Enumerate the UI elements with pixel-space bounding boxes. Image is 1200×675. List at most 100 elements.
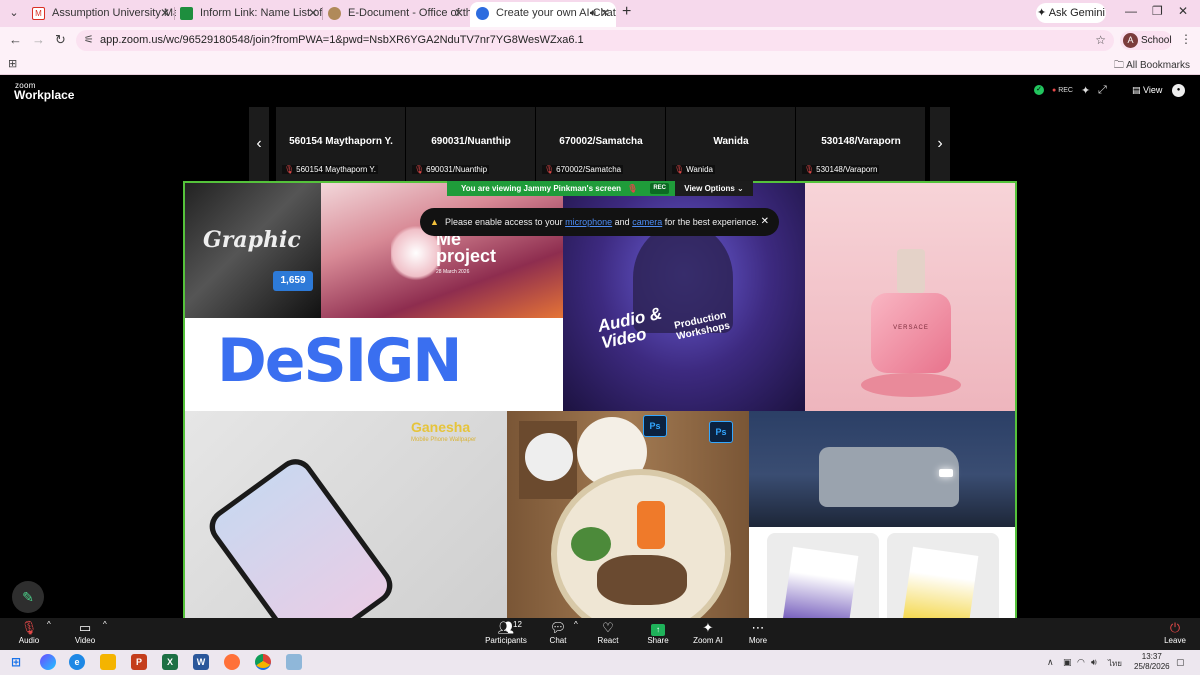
all-bookmarks-button[interactable]: 🗀︎ All Bookmarks [1114,58,1190,75]
mic-muted-icon: 🎙︎ [284,165,295,174]
browser-menu-icon[interactable]: ⋮ [1180,32,1192,46]
close-tab-icon[interactable]: ✕ [600,2,610,25]
wifi-icon[interactable]: ◠ [1077,657,1085,668]
chat-button[interactable]: 💬︎ Chat [544,620,572,645]
site-info-icon[interactable]: ⚟ [84,33,94,46]
zoom-logo-workplace: Workplace [14,88,75,102]
input-language[interactable]: ไทย [1108,657,1122,670]
close-window-icon[interactable]: ✕ [1178,4,1188,18]
shared-screen[interactable]: Graphic 1,659 Me project 28 March 2026 A… [183,181,1017,621]
powerpoint-icon[interactable]: P [131,654,147,670]
participant-tile[interactable]: 670002/Samatcha 🎙︎ 670002/Samatcha [536,107,666,181]
minimize-icon[interactable]: — [1125,4,1137,18]
annotate-pencil-button[interactable]: ✎ [12,581,44,613]
view-button[interactable]: ▤ View [1132,85,1162,96]
url-text[interactable]: app.zoom.us/wc/96529180548/join?fromPWA=… [100,34,584,46]
tray-chevron-icon[interactable]: ∧ [1047,657,1054,668]
ai-sparkle-icon: ✦ [702,620,714,635]
participant-label-text: 560154 Maythaporn Y. [296,165,376,174]
volume-icon[interactable]: 🔊︎ [1091,657,1097,668]
close-tab-icon[interactable]: ✕ [454,2,464,25]
word-icon[interactable]: W [193,654,209,670]
tab-title: Assumption University Mail [52,7,176,19]
more-button[interactable]: ⋯ More [744,620,772,645]
view-options-button[interactable]: View Options ⌄ [675,181,753,196]
app-icon[interactable] [286,654,302,670]
file-explorer-icon[interactable] [100,654,116,670]
price-badge: 1,659 [273,271,313,291]
audio-button[interactable]: 🎙︎ Audio [14,620,44,645]
participants-label: Participants [485,636,527,645]
back-arrow-icon[interactable]: ← [9,32,22,47]
url-bar[interactable]: ⚟ app.zoom.us/wc/96529180548/join?fromPW… [76,30,1114,51]
headlight [939,469,953,477]
more-label: More [748,636,768,645]
recording-indicator[interactable]: ● REC [1052,87,1073,94]
notice-suffix: for the best experience. [664,217,759,227]
user-avatar-icon[interactable]: ● [1172,84,1185,97]
microphone-link[interactable]: microphone [565,217,612,227]
video-button[interactable]: ▭ Video [70,620,100,645]
profile-button[interactable]: A School [1120,31,1172,50]
strip-prev-arrow-icon[interactable]: ‹ [249,107,269,181]
share-button[interactable]: ↑ Share [644,620,672,645]
windows-start-icon[interactable]: ⊞ [8,654,24,670]
strip-next-arrow-icon[interactable]: › [930,107,950,181]
participant-tile[interactable]: Wanida 🎙︎ Wanida [666,107,796,181]
photoshop-icon: Ps [709,421,733,443]
restore-icon[interactable]: ❐ [1152,4,1163,18]
ganesha-subtitle: Mobile Phone Wallpaper [411,437,477,443]
mic-muted-icon: 🎙︎ [674,165,685,174]
more-dots-icon: ⋯ [751,620,765,635]
record-dot-icon: ● [1052,87,1057,94]
leave-button[interactable]: ⏻ Leave [1160,620,1190,645]
react-button[interactable]: ♡ React [594,620,622,645]
tab-search-chevron-icon[interactable]: ⌄ [4,4,24,22]
chrome-icon[interactable] [255,654,271,670]
speaker-icon[interactable]: 🔊︎ [590,2,596,25]
tab-inform-link[interactable]: Inform Link: Name List of Partic ✕ [174,2,324,25]
firefox-icon[interactable] [224,654,240,670]
excel-icon[interactable]: X [162,654,178,670]
banner-rec-badge: REC [650,183,669,194]
perfume-bottle: VERSACE [871,293,951,373]
participants-caret-icon[interactable]: ^ [574,620,578,629]
audio-options-caret-icon[interactable]: ^ [47,620,51,629]
participant-label: 🎙︎ 560154 Maythaporn Y. [282,165,378,174]
tray-app-icon[interactable]: ▣ [1063,657,1072,668]
tab-e-document[interactable]: E-Document - Office of the Vic ✕ [322,2,470,25]
mic-muted-icon: 🎙︎ [804,165,815,174]
fullscreen-icon[interactable]: ⤢ [1098,84,1107,97]
forward-arrow-icon[interactable]: → [32,32,45,47]
reload-icon[interactable]: ↻ [55,32,66,48]
copilot-icon[interactable] [40,654,56,670]
edge-icon[interactable]: e [69,654,85,670]
phone-mockup [202,451,400,619]
viewing-screen-banner: You are viewing Jammy Pinkman's screen 🎙… [447,181,675,196]
close-tab-icon[interactable]: ✕ [308,2,318,25]
leave-icon: ⏻ [1169,620,1181,635]
new-tab-plus-icon[interactable]: + [622,3,631,21]
ask-gemini-button[interactable]: ✦ Ask Gemini [1036,3,1106,23]
camera-link[interactable]: camera [632,217,662,227]
chevron-down-icon: ⌄ [737,184,744,193]
bookmark-star-icon[interactable]: ☆ [1095,33,1106,47]
close-tab-icon[interactable]: ✕ [160,2,170,25]
participant-tile[interactable]: 690031/Nuanthip 🎙︎ 690031/Nuanthip [406,107,536,181]
participant-tile[interactable]: 530148/Varaporn 🎙︎ 530148/Varaporn [796,107,926,181]
close-notice-icon[interactable]: ✕ [761,208,769,236]
tab-create-ai-chatbot[interactable]: Create your own AI Chatbo 🔊︎ ✕ [470,2,616,27]
notification-icon[interactable]: ▢ [1176,657,1185,668]
warning-icon: ▲ [430,217,439,227]
ai-sparkle-icon[interactable]: ✦ [1081,84,1090,97]
apps-grid-icon[interactable]: ⊞ [8,57,17,70]
security-shield-icon[interactable]: ✓ [1034,85,1044,95]
zoom-ai-button[interactable]: ✦ Zoom AI [690,620,726,645]
tab-assumption-mail[interactable]: M Assumption University Mail ✕ [26,2,176,25]
system-clock[interactable]: 13:37 25/8/2026 [1134,652,1170,672]
participant-tile[interactable]: 560154 Maythaporn Y. 🎙︎ 560154 Maythaporn… [276,107,406,181]
profile-label: School [1141,35,1172,46]
chat-label: Chat [549,636,567,645]
photoshop-icon: Ps [643,415,667,437]
video-options-caret-icon[interactable]: ^ [103,620,107,629]
